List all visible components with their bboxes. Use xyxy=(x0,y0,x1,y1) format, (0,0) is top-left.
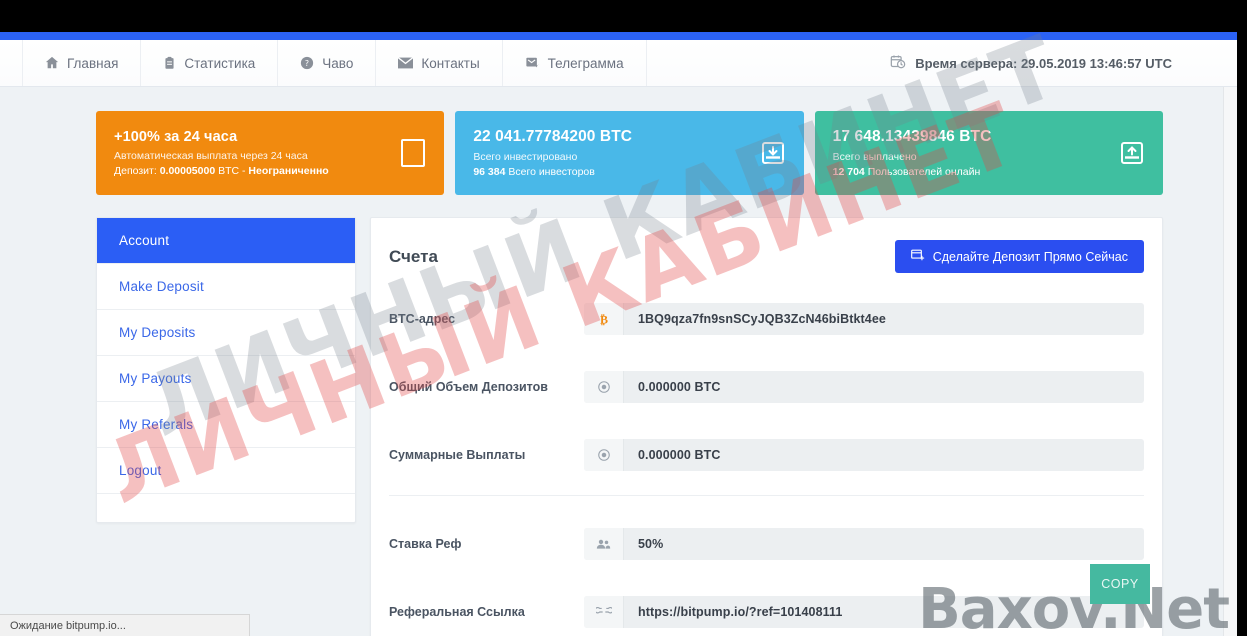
nav-item-statistics[interactable]: Статистика xyxy=(141,40,279,86)
inbox-download-icon xyxy=(760,139,786,167)
row-spacer xyxy=(371,570,1162,586)
row-total-deposits: Общий Объем Депозитов 0.000000 BTC xyxy=(371,361,1162,413)
section-divider xyxy=(389,495,1144,496)
coin-icon xyxy=(584,371,624,403)
sidebar-item-make-deposit[interactable]: Make Deposit xyxy=(97,264,355,310)
stat-card-paid-subtitle: Всего выплачено xyxy=(832,151,917,163)
btc-address-field[interactable]: ₿ 1BQ9qza7fn9snSCyJQB3ZcN46biBtkt4ee xyxy=(584,303,1144,335)
browser-viewport: Главная Статистика ? Чаво Контакты Телег… xyxy=(0,32,1237,636)
clipboard-icon xyxy=(163,56,176,70)
total-payouts-value: 0.000000 BTC xyxy=(638,448,721,462)
investors-count: 96 384 xyxy=(473,166,506,178)
account-sidebar: Account Make Deposit My Deposits My Payo… xyxy=(96,217,356,523)
content-area: Account Make Deposit My Deposits My Payo… xyxy=(0,195,1237,636)
online-label: Пользователей онлайн xyxy=(864,166,981,178)
question-circle-icon: ? xyxy=(300,56,314,70)
page-title: Счета xyxy=(389,246,438,266)
ref-link-field[interactable]: https://bitpump.io/?ref=101408111 xyxy=(584,596,1144,628)
row-ref-rate-label: Ставка Реф xyxy=(389,537,462,551)
accounts-panel: Счета Сделайте Депозит Прямо Сейчас BTC-… xyxy=(370,217,1163,636)
stat-card-plan-subtitle: Автоматическая выплата через 24 часа xyxy=(114,150,308,162)
deposit-amount: 0.00005000 xyxy=(159,165,216,177)
row-total-deposits-label: Общий Объем Депозитов xyxy=(389,380,548,394)
nav-item-home-label: Главная xyxy=(67,55,119,71)
svg-text:₿: ₿ xyxy=(599,313,607,327)
deposit-mid: BTC - xyxy=(215,165,249,177)
deposit-limit: Неограниченно xyxy=(248,165,329,177)
browser-status-bar: Ожидание bitpump.io... xyxy=(0,614,250,636)
stat-card-paid-online: 12 704 Пользователей онлайн xyxy=(833,166,1119,178)
server-time: Время сервера: 29.05.2019 13:46:57 UTC xyxy=(890,40,1172,86)
row-total-payouts: Суммарные Выплаты 0.000000 BTC xyxy=(371,429,1162,481)
accounts-panel-header: Счета Сделайте Депозит Прямо Сейчас xyxy=(371,218,1162,293)
stat-cards: +100% за 24 часа Автоматическая выплата … xyxy=(0,87,1237,195)
row-btc-address-label: BTC-адрес xyxy=(389,312,456,326)
stat-card-invested[interactable]: 22 041.77784200 BTC Всего инвестировано … xyxy=(455,111,804,195)
row-spacer xyxy=(371,413,1162,429)
nav-item-contacts-label: Контакты xyxy=(421,55,480,71)
total-payouts-field: 0.000000 BTC xyxy=(584,439,1144,471)
ref-rate-value: 50% xyxy=(638,537,664,551)
btc-address-value: 1BQ9qza7fn9snSCyJQB3ZcN46biBtkt4ee xyxy=(638,312,886,326)
main-navigation: Главная Статистика ? Чаво Контакты Телег… xyxy=(0,40,1237,87)
copy-button[interactable]: COPY xyxy=(1090,564,1150,604)
ref-link-value: https://bitpump.io/?ref=101408111 xyxy=(638,605,843,619)
investors-label: Всего инвесторов xyxy=(505,166,595,178)
server-time-text: Время сервера: 29.05.2019 13:46:57 UTC xyxy=(915,55,1172,71)
make-deposit-now-button[interactable]: Сделайте Депозит Прямо Сейчас xyxy=(894,240,1144,273)
nav-item-telegram[interactable]: Телеграмма xyxy=(503,40,647,86)
coin-icon xyxy=(584,439,624,471)
row-ref-link: Реферальная Ссылка https://bitpump.io/?r… xyxy=(371,586,1162,636)
svg-text:?: ? xyxy=(305,59,309,68)
nav-item-list: Главная Статистика ? Чаво Контакты Телег… xyxy=(22,40,647,86)
stat-card-plan-deposit: Депозит: 0.00005000 BTC - Неограниченно xyxy=(114,165,400,177)
sidebar-item-my-payouts[interactable]: My Payouts xyxy=(97,356,355,402)
link-icon xyxy=(584,596,624,628)
make-deposit-now-label: Сделайте Депозит Прямо Сейчас xyxy=(932,249,1128,264)
nav-item-statistics-label: Статистика xyxy=(184,55,256,71)
telegram-icon xyxy=(525,56,540,70)
row-spacer xyxy=(371,345,1162,361)
stat-card-invested-body: 22 041.77784200 BTC Всего инвестировано … xyxy=(473,128,759,178)
sidebar-item-logout[interactable]: Logout xyxy=(97,448,355,494)
stat-card-paid-amount: 17 648.13439846 BTC xyxy=(832,128,992,145)
inbox-upload-icon xyxy=(1119,139,1145,167)
sidebar-item-account[interactable]: Account xyxy=(97,218,355,264)
nav-item-faq-label: Чаво xyxy=(322,55,354,71)
stat-card-paid-body: 17 648.13439846 BTC Всего выплачено 12 7… xyxy=(833,128,1119,178)
users-icon xyxy=(584,528,624,560)
row-btc-address: BTC-адрес ₿ 1BQ9qza7fn9snSCyJQB3ZcN46biB… xyxy=(371,293,1162,345)
nav-item-telegram-label: Телеграмма xyxy=(547,55,624,71)
envelope-icon xyxy=(398,57,414,69)
calendar-clock-icon xyxy=(890,54,906,73)
home-icon xyxy=(45,56,59,70)
stat-card-paid[interactable]: 17 648.13439846 BTC Всего выплачено 12 7… xyxy=(814,111,1163,195)
sidebar-item-my-referals[interactable]: My Referals xyxy=(97,402,355,448)
nav-item-home[interactable]: Главная xyxy=(22,40,142,86)
stat-card-plan-title: +100% за 24 часа xyxy=(114,129,238,145)
row-total-payouts-label: Суммарные Выплаты xyxy=(389,448,526,462)
bitcoin-icon: ₿ xyxy=(584,303,624,335)
deposit-prefix: Депозит: xyxy=(114,165,160,177)
browser-status-text: Ожидание bitpump.io... xyxy=(10,619,126,632)
row-spacer xyxy=(371,502,1162,518)
total-deposits-value: 0.000000 BTC xyxy=(638,380,721,394)
ref-rate-field: 50% xyxy=(584,528,1144,560)
stat-card-invested-amount: 22 041.77784200 BTC xyxy=(473,128,633,145)
empty-square-icon xyxy=(400,139,426,167)
stat-card-plan-body: +100% за 24 часа Автоматическая выплата … xyxy=(114,129,400,177)
sidebar-item-my-deposits[interactable]: My Deposits xyxy=(97,310,355,356)
card-add-icon xyxy=(910,249,925,264)
row-ref-link-label: Реферальная Ссылка xyxy=(389,605,525,619)
stat-card-invested-subtitle: Всего инвестировано xyxy=(473,151,578,163)
stat-card-invested-count: 96 384 Всего инвесторов xyxy=(473,166,759,178)
total-deposits-field: 0.000000 BTC xyxy=(584,371,1144,403)
row-ref-rate: Ставка Реф 50% xyxy=(371,518,1162,570)
nav-item-faq[interactable]: ? Чаво xyxy=(278,40,377,86)
top-accent-bar xyxy=(0,32,1237,40)
stat-card-plan[interactable]: +100% за 24 часа Автоматическая выплата … xyxy=(96,111,445,195)
nav-item-contacts[interactable]: Контакты xyxy=(376,40,503,86)
online-count: 12 704 xyxy=(832,166,865,178)
page-scrollbar[interactable] xyxy=(1223,87,1237,636)
